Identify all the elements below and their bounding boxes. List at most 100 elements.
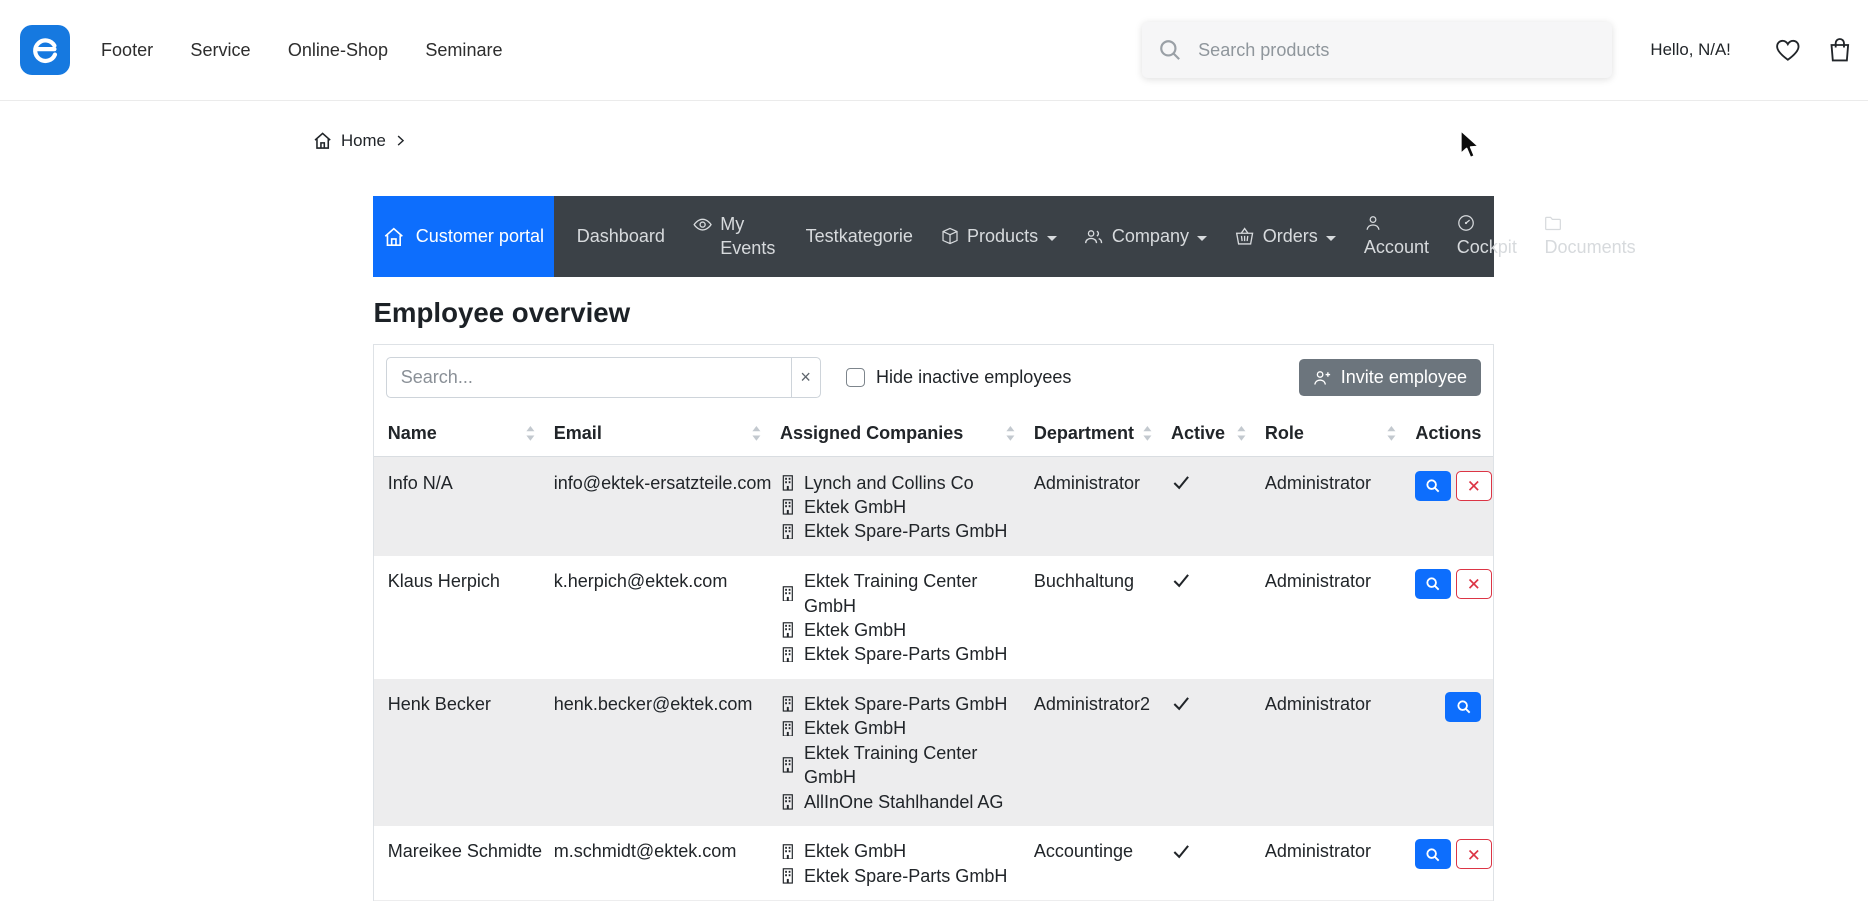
delete-employee-button[interactable]: [1456, 471, 1492, 501]
bag-icon[interactable]: [1826, 36, 1854, 64]
company-name: Ektek GmbH: [804, 716, 906, 740]
sort-icon: [1005, 425, 1016, 442]
cell-assigned-companies: Ektek Spare-Parts GmbHEktek GmbHEktek Tr…: [779, 679, 1033, 826]
column-header-label: Email: [554, 423, 602, 444]
portal-nav-item-label: Company: [1112, 224, 1189, 248]
tab-customer-portal[interactable]: Customer portal: [373, 196, 553, 278]
heart-icon[interactable]: [1774, 36, 1802, 64]
table-row: Mareikee Schmidtem.schmidt@ektek.comEkte…: [374, 826, 1493, 900]
view-employee-button[interactable]: [1415, 471, 1451, 501]
column-header-assigned-companies[interactable]: Assigned Companies: [779, 411, 1033, 457]
chevron-right-icon: [394, 134, 407, 147]
building-icon: [780, 647, 796, 663]
view-employee-button[interactable]: [1415, 569, 1451, 599]
column-header-active[interactable]: Active: [1170, 411, 1264, 457]
sort-icon: [751, 425, 762, 442]
nav-link-seminare[interactable]: Seminare: [425, 40, 502, 61]
sort-icon: [1236, 425, 1247, 442]
cell-active: [1170, 457, 1264, 556]
column-header-email[interactable]: Email: [553, 411, 779, 457]
column-header-name[interactable]: Name: [374, 411, 552, 457]
company-name: Ektek GmbH: [804, 495, 906, 519]
clear-search-button[interactable]: ×: [791, 357, 821, 398]
portal-nav-item-documents[interactable]: Documents: [1544, 214, 1635, 258]
portal-nav-item-testkategorie[interactable]: Testkategorie: [806, 224, 913, 248]
portal-nav-item-company[interactable]: Company: [1084, 224, 1207, 248]
invite-employee-button[interactable]: Invite employee: [1299, 359, 1482, 396]
company-item: Ektek Spare-Parts GmbH: [780, 864, 1028, 888]
check-icon: [1171, 472, 1191, 492]
nav-link-online-shop[interactable]: Online-Shop: [288, 40, 388, 61]
company-name: Ektek Training Center GmbH: [804, 741, 1028, 790]
search-icon: [1456, 699, 1472, 715]
product-search-input[interactable]: [1196, 38, 1595, 61]
building-icon: [780, 721, 796, 737]
cell-department: Administrator2: [1033, 679, 1170, 826]
search-icon: [1425, 478, 1441, 494]
cell-assigned-companies: Lynch and Collins CoEktek GmbHEktek Spar…: [779, 457, 1033, 556]
view-employee-button[interactable]: [1415, 839, 1451, 869]
basket-icon: [1235, 227, 1254, 246]
sort-icon: [525, 425, 536, 442]
building-icon: [780, 622, 796, 638]
search-icon: [1158, 38, 1182, 62]
cell-email: m.schmidt@ektek.com: [553, 826, 779, 900]
portal-nav-item-orders[interactable]: Orders: [1235, 224, 1336, 248]
cell-role: Administrator: [1264, 679, 1414, 826]
table-row: Klaus Herpichk.herpich@ektek.comEktek Tr…: [374, 556, 1493, 679]
column-header-role[interactable]: Role: [1264, 411, 1414, 457]
cell-actions: [1414, 679, 1493, 826]
company-name: Ektek Spare-Parts GmbH: [804, 642, 1007, 666]
cell-name: Klaus Herpich: [374, 556, 552, 679]
hide-inactive-checkbox[interactable]: [846, 368, 865, 387]
chevron-down-icon: [1326, 236, 1336, 241]
cell-email: k.herpich@ektek.com: [553, 556, 779, 679]
building-icon: [780, 524, 796, 540]
nav-link-service[interactable]: Service: [190, 40, 250, 61]
column-header-label: Name: [388, 423, 437, 444]
table-row: Info N/Ainfo@ektek-ersatzteile.comLynch …: [374, 457, 1493, 556]
company-item: Ektek Training Center GmbH: [780, 569, 1028, 618]
sort-icon: [1142, 425, 1153, 442]
company-item: Ektek GmbH: [780, 839, 1028, 863]
breadcrumb-home-link[interactable]: Home: [341, 131, 386, 151]
brand-logo-icon[interactable]: [20, 25, 69, 74]
portal-nav-item-account[interactable]: Account: [1364, 214, 1429, 258]
chevron-down-icon: [1047, 236, 1057, 241]
company-item: Ektek GmbH: [780, 716, 1028, 740]
company-item: Ektek Spare-Parts GmbH: [780, 519, 1028, 543]
employee-card: × Hide inactive employees Invite employe…: [373, 344, 1494, 901]
cell-assigned-companies: Ektek Training Center GmbHEktek GmbHEkte…: [779, 556, 1033, 679]
company-name: Ektek Spare-Parts GmbH: [804, 864, 1007, 888]
portal-nav-item-my-events[interactable]: My Events: [693, 212, 778, 260]
building-icon: [780, 794, 796, 810]
column-header-department[interactable]: Department: [1033, 411, 1170, 457]
employee-table: Name Email Assigned Companies DepartmentAct…: [374, 411, 1493, 901]
portal-nav-item-label: Account: [1364, 235, 1429, 259]
hide-inactive-wrap: Hide inactive employees: [846, 367, 1072, 388]
view-employee-button[interactable]: [1445, 692, 1481, 722]
portal-nav-item-label: Documents: [1544, 235, 1635, 259]
building-icon: [780, 499, 796, 515]
greeting-text: Hello, N/A!: [1650, 40, 1730, 60]
table-search-group: ×: [386, 357, 820, 398]
company-name: Ektek Training Center GmbH: [804, 569, 1028, 618]
column-header-label: Assigned Companies: [780, 423, 963, 444]
delete-employee-button[interactable]: [1456, 569, 1492, 599]
portal-nav-item-products[interactable]: Products: [941, 224, 1057, 248]
company-item: Ektek GmbH: [780, 618, 1028, 642]
invite-employee-label: Invite employee: [1341, 367, 1467, 388]
delete-employee-button[interactable]: [1456, 839, 1492, 869]
nav-link-footer[interactable]: Footer: [101, 40, 153, 61]
portal-nav-item-label: Cockpit: [1457, 235, 1517, 259]
building-icon: [780, 475, 796, 491]
company-name: AllInOne Stahlhandel AG: [804, 790, 1003, 814]
portal-nav-item-dashboard[interactable]: Dashboard: [577, 224, 665, 248]
home-icon[interactable]: [313, 131, 332, 150]
breadcrumb: Home: [313, 101, 1554, 151]
portal-nav-item-cockpit[interactable]: Cockpit: [1457, 214, 1517, 258]
employee-search-input[interactable]: [386, 357, 791, 398]
cell-active: [1170, 826, 1264, 900]
person-icon: [1364, 214, 1382, 232]
company-name: Ektek GmbH: [804, 839, 906, 863]
